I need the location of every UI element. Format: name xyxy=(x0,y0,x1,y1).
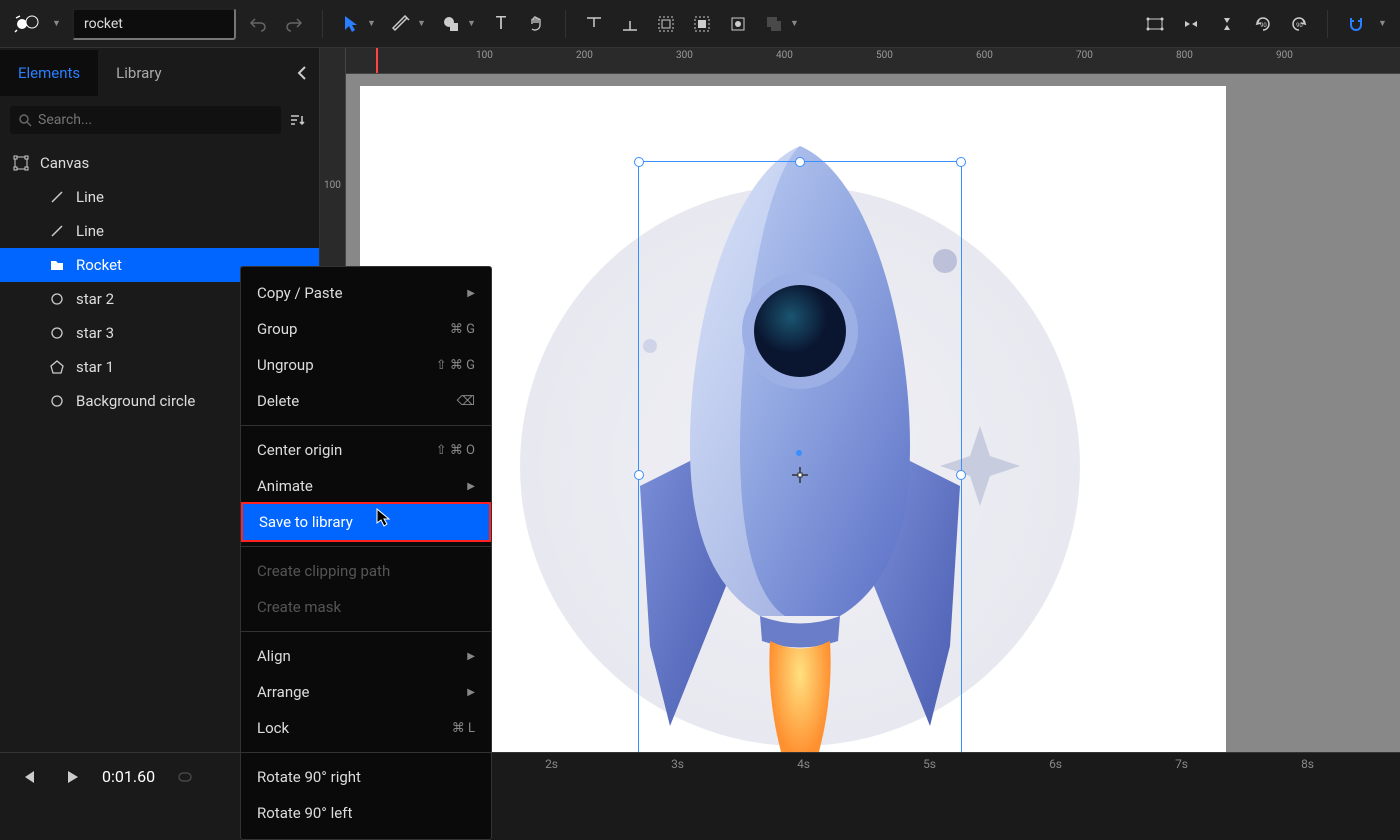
mirror-button[interactable] xyxy=(1213,10,1241,38)
menu-item-label: Save to library xyxy=(259,513,353,531)
align-middle-button[interactable] xyxy=(616,10,644,38)
text-tool[interactable]: T xyxy=(487,10,515,38)
menu-align[interactable]: Align▶ xyxy=(241,638,491,674)
menu-item-label: Delete xyxy=(257,392,299,410)
folder-icon xyxy=(48,256,66,274)
menu-item-label: Rotate 90° right xyxy=(257,768,361,786)
project-name-input[interactable] xyxy=(72,8,236,40)
rotate-ccw-button[interactable]: 90 xyxy=(1249,10,1277,38)
circle-icon xyxy=(48,290,66,308)
sidebar-collapse-button[interactable] xyxy=(285,54,319,92)
align-top-button[interactable] xyxy=(580,10,608,38)
flip-v-button[interactable] xyxy=(1177,10,1205,38)
timeline-bar: 0:01.60 2s3s4s5s6s7s8s xyxy=(0,752,1400,800)
tree-item-label: Rocket xyxy=(76,256,122,274)
undo-button[interactable] xyxy=(244,10,272,38)
menu-center-origin[interactable]: Center origin⇧ ⌘ O xyxy=(241,432,491,468)
redo-button[interactable] xyxy=(280,10,308,38)
line-icon xyxy=(48,188,66,206)
menu-rotate-90-left[interactable]: Rotate 90° left xyxy=(241,795,491,831)
flip-h-button[interactable] xyxy=(1141,10,1169,38)
ruler-horizontal: 100200300400500600700800900 xyxy=(346,48,1400,74)
tab-elements[interactable]: Elements xyxy=(0,50,98,96)
line-icon xyxy=(48,222,66,240)
menu-delete[interactable]: Delete⌫ xyxy=(241,383,491,419)
hand-tool[interactable] xyxy=(523,10,551,38)
svg-text:90: 90 xyxy=(1260,22,1267,29)
tree-root-canvas[interactable]: Canvas xyxy=(0,146,319,180)
search-icon xyxy=(18,113,32,127)
mask-button[interactable] xyxy=(724,10,752,38)
ungroup-button[interactable] xyxy=(688,10,716,38)
tree-item-label: Line xyxy=(76,188,104,206)
pentagon-icon xyxy=(48,358,66,376)
menu-rotate-90-right[interactable]: Rotate 90° right xyxy=(241,759,491,795)
boolean-button[interactable] xyxy=(760,10,788,38)
pen-tool[interactable] xyxy=(387,10,415,38)
menu-create-mask: Create mask xyxy=(241,589,491,625)
current-time: 0:01.60 xyxy=(102,767,155,786)
pen-tool-caret[interactable]: ▼ xyxy=(417,18,429,29)
menu-item-label: Animate xyxy=(257,477,313,495)
circle-icon xyxy=(48,392,66,410)
menu-item-label: Copy / Paste xyxy=(257,284,343,302)
app-logo[interactable] xyxy=(10,9,44,39)
menu-lock[interactable]: Lock⌘ L xyxy=(241,710,491,746)
menu-item-label: Center origin xyxy=(257,441,342,459)
group-button[interactable] xyxy=(652,10,680,38)
menu-item-label: Lock xyxy=(257,719,289,737)
tree-item-line[interactable]: Line xyxy=(0,180,319,214)
menu-item-label: Arrange xyxy=(257,683,309,701)
top-toolbar: ▼ ▼ ▼ ▼ T ▼ 90 90 ▼ xyxy=(0,0,1400,48)
tree-item-label: star 1 xyxy=(76,358,114,376)
playhead-marker xyxy=(376,48,378,73)
snap-caret[interactable]: ▼ xyxy=(1378,18,1390,29)
boolean-caret[interactable]: ▼ xyxy=(790,18,802,29)
search-input[interactable] xyxy=(38,112,273,128)
canvas-icon xyxy=(12,154,30,172)
snap-toggle[interactable] xyxy=(1342,10,1370,38)
tree-item-label: Background circle xyxy=(76,392,195,410)
tree-item-label: Line xyxy=(76,222,104,240)
tree-item-label: star 3 xyxy=(76,324,114,342)
tree-root-label: Canvas xyxy=(40,154,89,172)
menu-save-to-library[interactable]: Save to library xyxy=(241,502,491,542)
rotate-cw-button[interactable]: 90 xyxy=(1285,10,1313,38)
shape-tool[interactable] xyxy=(437,10,465,38)
tab-library[interactable]: Library xyxy=(98,50,179,96)
skip-start-button[interactable] xyxy=(14,763,42,791)
menu-item-label: Group xyxy=(257,320,297,338)
menu-item-label: Rotate 90° left xyxy=(257,804,352,822)
menu-create-clipping-path: Create clipping path xyxy=(241,553,491,589)
timeline-ruler[interactable]: 2s3s4s5s6s7s8s xyxy=(495,753,1386,800)
play-button[interactable] xyxy=(58,763,86,791)
context-menu: Copy / Paste▶Group⌘ GUngroup⇧ ⌘ GDelete⌫… xyxy=(240,266,492,840)
menu-animate[interactable]: Animate▶ xyxy=(241,468,491,504)
select-tool[interactable] xyxy=(337,10,365,38)
sort-button[interactable] xyxy=(289,113,309,127)
menu-item-label: Align xyxy=(257,647,291,665)
shape-tool-caret[interactable]: ▼ xyxy=(467,18,479,29)
menu-group[interactable]: Group⌘ G xyxy=(241,311,491,347)
select-tool-caret[interactable]: ▼ xyxy=(367,18,379,29)
menu-ungroup[interactable]: Ungroup⇧ ⌘ G xyxy=(241,347,491,383)
circle-icon xyxy=(48,324,66,342)
menu-arrange[interactable]: Arrange▶ xyxy=(241,674,491,710)
menu-item-label: Create mask xyxy=(257,598,341,616)
logo-dropdown-caret[interactable]: ▼ xyxy=(52,18,64,29)
menu-copy-paste[interactable]: Copy / Paste▶ xyxy=(241,275,491,311)
mouse-cursor xyxy=(376,508,392,528)
tree-item-label: star 2 xyxy=(76,290,114,308)
loop-button[interactable] xyxy=(171,763,199,791)
menu-item-label: Ungroup xyxy=(257,356,314,374)
tree-item-line[interactable]: Line xyxy=(0,214,319,248)
svg-text:90: 90 xyxy=(1296,22,1303,29)
menu-item-label: Create clipping path xyxy=(257,562,390,580)
